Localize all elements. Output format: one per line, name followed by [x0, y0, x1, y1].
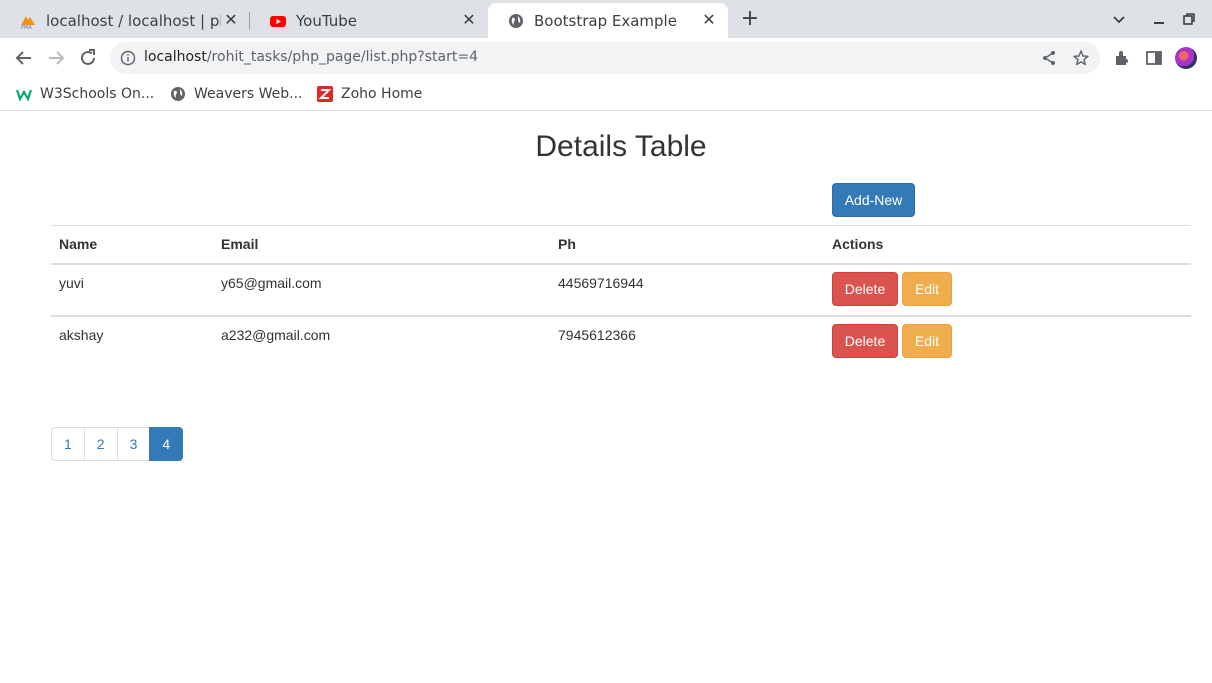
- side-panel-icon[interactable]: [1144, 48, 1164, 68]
- globe-icon: [508, 13, 524, 29]
- extensions-icon[interactable]: [1112, 48, 1132, 68]
- close-icon[interactable]: ✕: [700, 11, 718, 29]
- tab-title: localhost / localhost | php: [46, 11, 221, 30]
- new-tab-button[interactable]: +: [740, 8, 760, 30]
- youtube-icon: [270, 13, 286, 29]
- bookmark-zoho[interactable]: Zoho Home: [317, 84, 422, 104]
- delete-button[interactable]: Delete: [832, 272, 898, 306]
- url-host: localhost: [144, 49, 207, 65]
- cell-ph: 7945612366: [558, 327, 636, 343]
- w3schools-icon: [15, 86, 33, 102]
- cell-ph: 44569716944: [558, 275, 644, 291]
- column-header-ph: Ph: [558, 236, 576, 252]
- url-path: /rohit_tasks/php_page/list.php?start=4: [206, 49, 478, 65]
- restore-icon[interactable]: [1180, 10, 1198, 28]
- bookmark-label: W3Schools On...: [40, 86, 155, 102]
- browser-toolbar: localhost/rohit_tasks/php_page/list.php?…: [0, 38, 1212, 78]
- reload-icon[interactable]: [76, 46, 100, 70]
- info-icon[interactable]: [120, 50, 136, 66]
- globe-icon: [170, 86, 186, 102]
- row-divider: [51, 315, 1191, 317]
- add-new-button[interactable]: Add-New: [832, 183, 915, 217]
- cell-name: akshay: [59, 327, 104, 343]
- profile-avatar[interactable]: [1175, 47, 1197, 69]
- bookmark-label: Weavers Web...: [194, 86, 303, 102]
- close-icon[interactable]: ✕: [460, 11, 478, 29]
- address-bar[interactable]: localhost/rohit_tasks/php_page/list.php?…: [110, 42, 1100, 74]
- edit-button[interactable]: Edit: [902, 272, 952, 306]
- cell-email: a232@gmail.com: [221, 327, 331, 343]
- forward-icon[interactable]: [44, 46, 68, 70]
- browser-tab-strip: PMA localhost / localhost | php ✕ YouTub…: [0, 0, 1212, 38]
- tab-youtube[interactable]: YouTube ✕: [250, 3, 488, 38]
- column-header-name: Name: [59, 236, 98, 252]
- close-icon[interactable]: ✕: [222, 11, 240, 29]
- tab-search-icon[interactable]: [1110, 10, 1128, 28]
- column-header-actions: Actions: [832, 236, 884, 252]
- page-content: Details Table Add-New Name Email Ph Acti…: [0, 112, 1212, 683]
- bookmark-weavers[interactable]: Weavers Web...: [170, 84, 303, 104]
- url-text[interactable]: localhost/rohit_tasks/php_page/list.php?…: [144, 49, 478, 65]
- bookmark-star-icon[interactable]: [1072, 49, 1090, 67]
- pagination: 1 2 3 4: [51, 427, 184, 461]
- table-top-border: [51, 225, 824, 226]
- page-link-4[interactable]: 4: [149, 427, 184, 461]
- zoho-icon: [317, 86, 333, 102]
- page-link-3[interactable]: 3: [116, 427, 151, 461]
- delete-button[interactable]: Delete: [832, 324, 898, 358]
- phpmyadmin-icon: PMA: [20, 13, 36, 31]
- cell-name: yuvi: [59, 275, 84, 291]
- tab-title: YouTube: [296, 11, 357, 30]
- back-icon[interactable]: [12, 46, 36, 70]
- header-divider: [51, 263, 1191, 265]
- bookmark-label: Zoho Home: [341, 86, 423, 102]
- cell-email: y65@gmail.com: [221, 275, 322, 291]
- table-top-border: [824, 225, 1191, 226]
- share-icon[interactable]: [1040, 49, 1058, 67]
- minimize-icon[interactable]: [1150, 10, 1168, 28]
- page-title: Details Table: [535, 130, 707, 163]
- tab-phpmyadmin[interactable]: PMA localhost / localhost | php ✕: [0, 3, 250, 38]
- page-link-2[interactable]: 2: [83, 427, 118, 461]
- bookmarks-bar: W3Schools On... Weavers Web... Zoho Home: [0, 78, 1212, 111]
- tab-bootstrap-example[interactable]: Bootstrap Example ✕: [488, 3, 728, 38]
- bookmark-w3schools[interactable]: W3Schools On...: [15, 84, 155, 104]
- column-header-email: Email: [221, 236, 259, 252]
- tab-title: Bootstrap Example: [534, 11, 677, 30]
- svg-text:PMA: PMA: [21, 25, 32, 29]
- edit-button[interactable]: Edit: [902, 324, 952, 358]
- page-link-1[interactable]: 1: [51, 427, 85, 461]
